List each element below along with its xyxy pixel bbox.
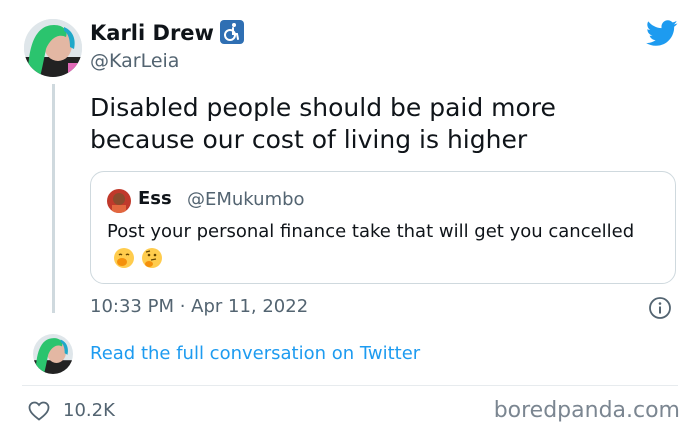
author-avatar[interactable] — [24, 19, 82, 77]
quote-author-name[interactable]: Ess — [138, 188, 172, 209]
tweet-text: Disabled people should be paid more beca… — [90, 93, 556, 154]
quoted-tweet[interactable]: Ess @EMukumbo Post your personal finance… — [90, 171, 676, 284]
quote-text-content: Post your personal finance take that wil… — [107, 221, 635, 242]
divider — [22, 385, 678, 386]
wheelchair-icon — [219, 20, 244, 44]
thread-line — [52, 84, 55, 313]
heart-icon[interactable] — [27, 399, 51, 423]
like-count: 10.2K — [63, 400, 115, 421]
thinking-face-icon — [141, 247, 163, 269]
quote-author-handle[interactable]: @EMukumbo — [187, 189, 305, 210]
face-with-hand-over-mouth-icon — [113, 247, 135, 269]
author-handle[interactable]: @KarLeia — [90, 50, 179, 72]
author-name[interactable]: Karli Drew — [90, 20, 244, 45]
tweet-timestamp[interactable]: 10:33 PM · Apr 11, 2022 — [90, 296, 308, 317]
quote-avatar[interactable] — [107, 189, 131, 213]
twitter-bird-icon[interactable] — [646, 20, 678, 51]
author-name-text[interactable]: Karli Drew — [90, 21, 214, 45]
author-avatar-small[interactable] — [33, 334, 73, 374]
boredpanda-watermark: boredpanda.com — [493, 398, 680, 423]
info-icon[interactable] — [648, 296, 672, 320]
quote-text: Post your personal finance take that wil… — [107, 218, 647, 274]
read-conversation-link[interactable]: Read the full conversation on Twitter — [90, 343, 420, 364]
